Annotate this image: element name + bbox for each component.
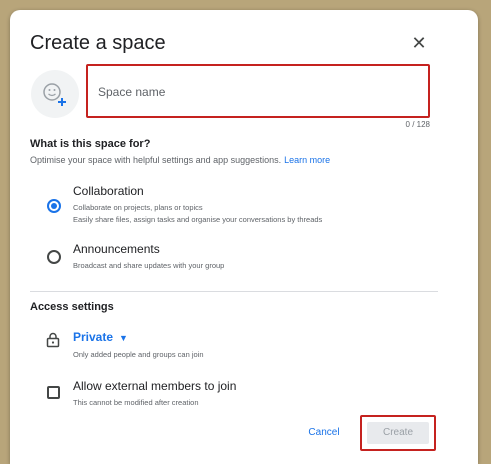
space-name-input[interactable] [96, 80, 420, 104]
announcements-radio[interactable] [47, 250, 61, 264]
create-button-label: Create [367, 422, 429, 444]
announcements-label: Announcements [73, 242, 160, 256]
access-value: Private [73, 330, 114, 344]
collaboration-label: Collaboration [73, 184, 144, 198]
add-emoji-icon [43, 83, 66, 106]
char-counter: 0 / 128 [405, 120, 430, 129]
purpose-hint: Optimise your space with helpful setting… [30, 155, 330, 165]
allow-external-desc: This cannot be modified after creation [73, 398, 199, 407]
collaboration-desc-2: Easily share files, assign tasks and org… [73, 215, 323, 224]
close-button[interactable]: ✕ [408, 32, 430, 54]
section-divider [30, 291, 438, 292]
access-section-title: Access settings [30, 301, 114, 313]
access-desc: Only added people and groups can join [73, 350, 204, 359]
purpose-hint-text: Optimise your space with helpful setting… [30, 155, 282, 165]
purpose-section-title: What is this space for? [30, 138, 151, 150]
learn-more-link[interactable]: Learn more [284, 155, 330, 165]
create-space-dialog: Create a space ✕ 0 / 128 What is this sp… [10, 10, 478, 464]
access-dropdown[interactable]: Private ▼ [73, 330, 128, 344]
collaboration-radio[interactable] [47, 199, 61, 213]
space-name-field[interactable] [86, 64, 430, 118]
allow-external-checkbox[interactable] [47, 386, 60, 399]
dialog-title: Create a space [30, 32, 166, 54]
close-icon: ✕ [411, 33, 427, 53]
announcements-desc: Broadcast and share updates with your gr… [73, 261, 225, 270]
cancel-button[interactable]: Cancel [298, 422, 350, 444]
collaboration-desc: Collaborate on projects, plans or topics [73, 203, 203, 212]
create-button[interactable]: Create [360, 415, 436, 451]
lock-icon [46, 332, 60, 348]
emoji-picker-button[interactable] [31, 70, 79, 118]
allow-external-label: Allow external members to join [73, 379, 237, 393]
chevron-down-icon: ▼ [119, 333, 128, 343]
